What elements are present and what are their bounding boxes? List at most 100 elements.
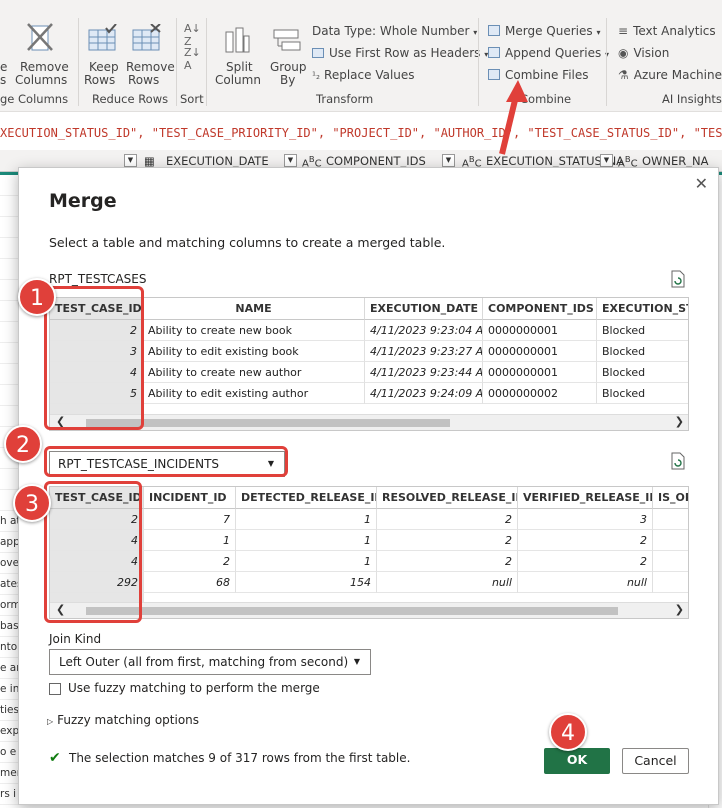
group-by-button[interactable]: Group By [266,20,308,88]
table1-cell: 0000000001 [483,320,597,341]
cut-label-1: e [0,60,8,74]
group-by-label-1: Group [270,60,307,74]
remove-rows-button[interactable]: Remove Rows [126,20,175,88]
table1-cell: 0000000002 [483,383,597,404]
table1-cell: Blocked [597,383,688,404]
table1-scrollbar[interactable]: ❮ ❯ [50,414,688,430]
merge-queries-icon [488,25,500,36]
remove-rows-icon [132,24,161,51]
sort-ascending-button[interactable]: A↓ Z [184,22,201,48]
table2-cell: 2 [144,551,236,572]
refresh-preview-icon[interactable] [670,452,686,470]
column-filter-dropdown[interactable]: ▼ [442,154,455,167]
column-filter-dropdown[interactable]: ▼ [600,154,613,167]
table1-name: RPT_TESTCASES [49,272,147,286]
merge-queries-button[interactable]: Merge Queries ▾ [488,24,600,38]
formula-bar[interactable]: XECUTION_STATUS_ID", "TEST_CASE_PRIORITY… [0,121,722,145]
table1-cell: Ability to edit existing author [143,383,365,404]
replace-values-label: Replace Values [324,68,415,82]
table2-cell [653,551,688,572]
table2-cell: 2 [377,509,518,530]
column-header-execution-date[interactable]: EXECUTION_DATE [166,154,269,168]
table1-header-execution-date[interactable]: EXECUTION_DATE [365,298,483,320]
annotation-arrow [499,80,528,155]
column-header-component-ids[interactable]: COMPONENT_IDS [326,154,426,168]
azure-ml-icon: ⚗ [618,68,629,82]
table2-cell: null [377,572,518,593]
cancel-button[interactable]: Cancel [622,748,689,774]
table2-preview: TEST_CASE_ID INCIDENT_ID DETECTED_RELEAS… [49,486,689,619]
text-analytics-button[interactable]: ≡ Text Analytics [618,24,716,38]
remove-columns-icon [27,23,53,51]
data-type-dropdown[interactable]: Data Type: Whole Number ▾ [312,24,477,38]
ok-button[interactable]: OK [544,748,610,774]
table2-cell: 1 [236,530,377,551]
remove-columns-button[interactable]: Remove Columns [14,20,70,88]
table2-cell: 68 [144,572,236,593]
table2-header-is-open[interactable]: IS_OP [653,487,688,509]
cut-label-2: s [0,73,7,87]
chevron-down-icon: ▼ [353,657,360,666]
chevron-down-icon: ▾ [596,28,601,37]
eye-icon: ◉ [618,46,629,60]
table2-cell: 2 [518,530,653,551]
table2-cell: null [518,572,653,593]
group-transform: Transform [316,92,374,106]
table1-cell: 4/11/2023 9:23:27 AM [365,341,483,362]
table1-cell: 0000000001 [483,362,597,383]
table1-cell: Ability to edit existing book [143,341,365,362]
ribbon: e s Remove Columns Keep Rows Remove Rows… [0,0,722,112]
fuzzy-options-toggle[interactable]: ▷ Fuzzy matching options [47,713,199,727]
group-by-label-2: By [280,73,296,87]
table-icon [312,48,324,58]
annotation-badge-4: 4 [549,713,587,751]
sort-descending-button[interactable]: Z↓ A [184,46,201,72]
append-queries-button[interactable]: Append Queries ▾ [488,46,609,60]
chevron-right-icon[interactable]: ❯ [675,603,684,616]
remove-rows-label-1: Remove [126,60,175,74]
table2-cell: 154 [236,572,377,593]
calendar-icon: ▦ [144,154,155,168]
table1-header-execution-status[interactable]: EXECUTION_STAT [597,298,688,320]
use-first-row-label: Use First Row as Headers [329,46,481,60]
keep-rows-button[interactable]: Keep Rows [84,20,124,88]
table2-header-incident-id[interactable]: INCIDENT_ID [144,487,236,509]
fuzzy-matching-label: Use fuzzy matching to perform the merge [68,681,320,695]
chevron-right-icon[interactable]: ❯ [675,415,684,428]
data-type-label: Data Type: Whole Number [312,24,470,38]
chevron-down-icon: ▾ [473,28,478,37]
join-kind-value: Left Outer (all from first, matching fro… [59,655,349,669]
dialog-instruction: Select a table and matching columns to c… [49,235,446,250]
replace-values-button[interactable]: ¹₂ Replace Values [312,68,415,82]
table2-cell: 2 [518,551,653,572]
table2-scrollbar[interactable]: ❮ ❯ [50,602,688,618]
append-queries-icon [488,47,500,58]
annotation-badge-1: 1 [18,278,56,316]
group-ai-insights: AI Insights [662,92,722,106]
table1-cell: 4/11/2023 9:23:04 AM [365,320,483,341]
vision-button[interactable]: ◉ Vision [618,46,669,60]
column-header-owner-name[interactable]: OWNER_NA [642,154,709,168]
table2-header-verified-release-id[interactable]: VERIFIED_RELEASE_ID [518,487,653,509]
scroll-thumb[interactable] [86,607,618,615]
table1-cell: Blocked [597,320,688,341]
use-first-row-button[interactable]: Use First Row as Headers ▾ [312,46,488,60]
table2-header-resolved-release-id[interactable]: RESOLVED_RELEASE_ID [377,487,518,509]
join-kind-select[interactable]: Left Outer (all from first, matching fro… [49,649,371,675]
azure-ml-button[interactable]: ⚗ Azure Machine Le [618,68,722,82]
split-column-button[interactable]: Split Column [212,20,261,88]
close-icon[interactable]: ✕ [695,174,708,193]
merge-queries-label: Merge Queries [505,24,593,38]
table1-header-name[interactable]: NAME [143,298,365,320]
column-filter-dropdown[interactable]: ▼ [284,154,297,167]
column-filter-dropdown[interactable]: ▼ [124,154,137,167]
text-analytics-icon: ≡ [618,24,629,38]
table1-cell: Ability to create new book [143,320,365,341]
table1-header-component-ids[interactable]: COMPONENT_IDS [483,298,597,320]
vision-label: Vision [633,46,670,60]
fuzzy-matching-checkbox[interactable] [49,683,61,695]
table2-header-detected-release-id[interactable]: DETECTED_RELEASE_ID [236,487,377,509]
highlight-table1-key [44,286,144,430]
match-status: The selection matches 9 of 317 rows from… [69,751,411,765]
refresh-preview-icon[interactable] [670,270,686,288]
